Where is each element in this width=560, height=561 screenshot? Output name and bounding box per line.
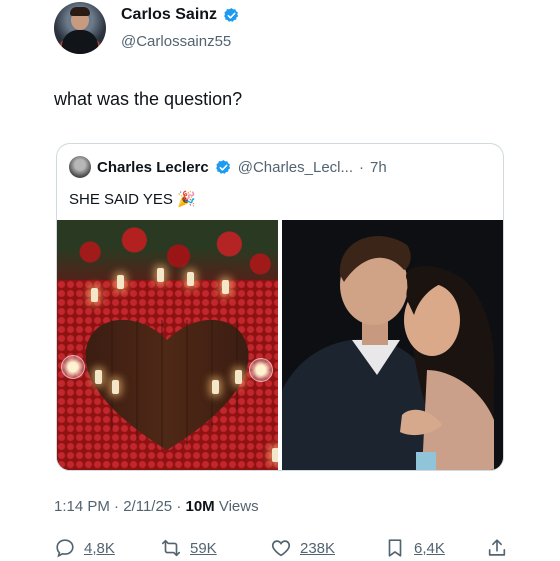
bookmark-count: 6,4K [414,539,445,557]
candle [117,275,124,289]
quoted-text: SHE SAID YES [69,190,173,208]
lantern [61,355,85,379]
candle [235,370,242,384]
couple-illustration [282,220,503,470]
reply-button[interactable]: 4,8K [54,537,115,559]
candle [157,268,164,282]
share-button[interactable] [486,537,508,559]
author-name-row: Carlos Sainz [121,6,240,24]
couple-engagement-photo[interactable] [282,220,503,470]
candle [112,380,119,394]
quoted-tweet[interactable]: Charles Leclerc @Charles_Lecl... · 7h SH… [56,143,504,471]
candle [91,288,98,302]
share-icon [488,539,506,556]
bookmark-icon [388,539,402,557]
repost-button[interactable]: 59K [160,537,217,559]
quoted-media [57,220,503,470]
candle [222,280,229,294]
author-display-name[interactable]: Carlos Sainz [121,6,217,24]
tweet-timestamp: 1:14 PM · 2/11/25 · 10M Views [54,498,259,515]
repost-count: 59K [190,539,217,557]
rose-heart-photo[interactable] [57,220,278,470]
party-popper-icon: 🎉 [176,191,196,208]
avatar[interactable] [54,2,106,54]
avatar-hair [70,7,90,16]
quoted-tweet-header: Charles Leclerc @Charles_Lecl... · 7h [69,156,387,178]
like-button[interactable]: 238K [270,537,335,559]
avatar-body [62,30,98,54]
candle [187,272,194,286]
tweet-date[interactable]: 2/11/25 [123,498,172,515]
timestamp-separator: · [176,498,182,515]
verified-badge-icon [224,7,239,22]
repost-icon [161,539,181,557]
quoted-separator: · [359,158,365,176]
bookmark-button[interactable]: 6,4K [384,537,445,559]
tweet-text: what was the question? [54,89,243,109]
heart-shape-icon [85,319,249,450]
lantern [249,358,273,382]
quoted-handle[interactable]: @Charles_Lecl... [238,159,353,176]
candle [272,448,278,462]
author-handle[interactable]: @Carlossainz55 [121,33,231,50]
tweet-time[interactable]: 1:14 PM [54,498,110,515]
candle [212,380,219,394]
action-bar: 4,8K 59K 238K 6,4K [54,537,514,561]
candle [95,370,102,384]
views-label: Views [218,498,259,515]
like-count: 238K [300,539,336,557]
tweet: Carlos Sainz @Carlossainz55 what was the… [0,0,560,560]
quoted-tweet-text: SHE SAID YES 🎉 [69,190,196,209]
timestamp-separator: · [114,498,120,515]
quoted-display-name[interactable]: Charles Leclerc [97,159,209,176]
reply-icon [56,539,74,558]
verified-badge-icon [215,159,230,174]
heart-icon [271,540,291,557]
reply-count: 4,8K [84,539,115,557]
views-count: 10M [185,498,215,515]
quoted-time[interactable]: 7h [370,159,387,176]
quoted-avatar[interactable] [69,156,91,178]
